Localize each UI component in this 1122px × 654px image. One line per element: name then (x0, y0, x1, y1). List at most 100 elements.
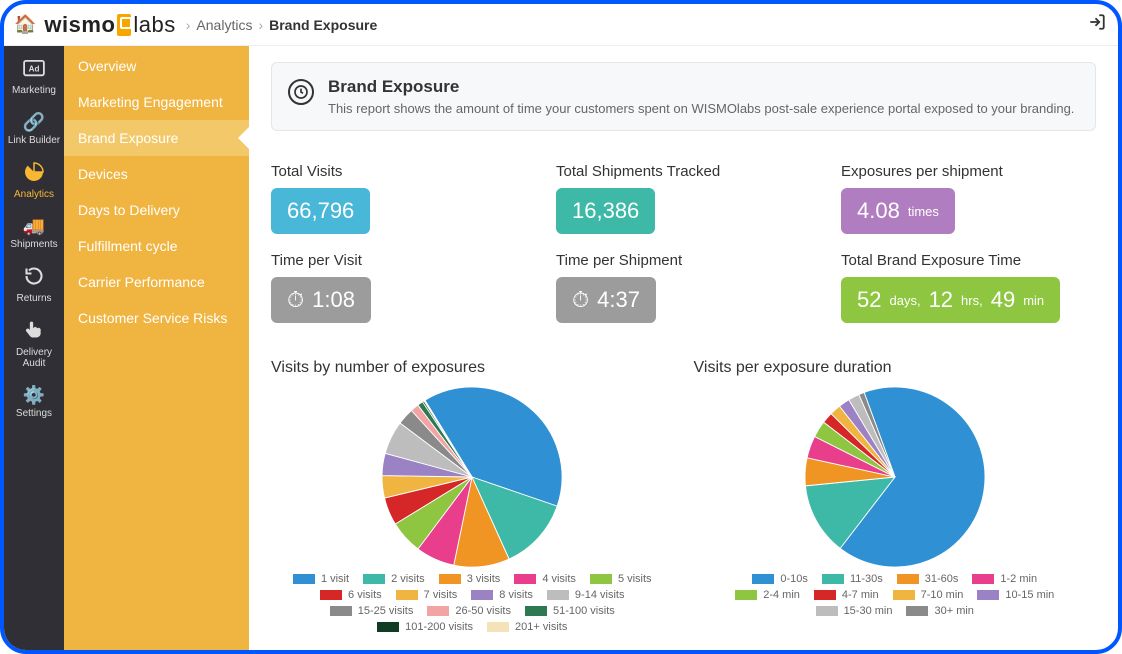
metric-value: 4.08 times (841, 188, 955, 234)
stopwatch-icon: ⏱ (287, 287, 304, 313)
subnav-item-customer-service-risks[interactable]: Customer Service Risks (64, 300, 249, 336)
subnav-item-devices[interactable]: Devices (64, 156, 249, 192)
legend-entry: 10-15 min (977, 589, 1054, 601)
hand-pointer-icon (4, 320, 64, 345)
subnav-item-carrier-performance[interactable]: Carrier Performance (64, 264, 249, 300)
rail-item-returns[interactable]: Returns (4, 258, 64, 312)
legend-entry: 2 visits (363, 573, 425, 585)
legend-entry: 101-200 visits (377, 621, 473, 633)
legend-label: 201+ visits (515, 621, 567, 633)
subnav-item-marketing-engagement[interactable]: Marketing Engagement (64, 84, 249, 120)
legend-label: 15-30 min (844, 605, 893, 617)
breadcrumb-page: Brand Exposure (269, 17, 377, 33)
legend-swatch (471, 590, 493, 600)
legend-entry: 31-60s (897, 573, 959, 585)
legend-entry: 6 visits (320, 589, 382, 601)
page-banner: Brand Exposure This report shows the amo… (271, 62, 1096, 131)
legend-label: 7 visits (424, 589, 458, 601)
legend-entry: 3 visits (439, 573, 501, 585)
legend-label: 2-4 min (763, 589, 800, 601)
rail-item-shipments[interactable]: 🚚 Shipments (4, 208, 64, 258)
legend-entry: 201+ visits (487, 621, 567, 633)
chart-visits-by-exposures: Visits by number of exposures 1 visit 2 v… (271, 359, 674, 633)
legend-label: 1-2 min (1000, 573, 1037, 585)
legend-entry: 51-100 visits (525, 605, 615, 617)
legend-swatch (893, 590, 915, 600)
legend-label: 31-60s (925, 573, 959, 585)
flask-icon (117, 14, 131, 36)
legend-entry: 1 visit (293, 573, 349, 585)
chart-title: Visits by number of exposures (271, 359, 674, 377)
rail-item-delivery-audit[interactable]: Delivery Audit (4, 312, 64, 377)
legend-swatch (752, 574, 774, 584)
legend-swatch (320, 590, 342, 600)
legend-entry: 15-30 min (816, 605, 893, 617)
app-shell: 🏠 wismolabs › Analytics › Brand Exposure… (0, 0, 1122, 654)
legend-label: 10-15 min (1005, 589, 1054, 601)
legend-swatch (487, 622, 509, 632)
banner-title: Brand Exposure (328, 77, 1074, 97)
sub-nav: OverviewMarketing EngagementBrand Exposu… (64, 46, 249, 650)
subnav-item-fulfillment-cycle[interactable]: Fulfillment cycle (64, 228, 249, 264)
legend-swatch (514, 574, 536, 584)
metric-time-per-shipment: Time per Shipment ⏱4:37 (556, 252, 811, 323)
legend-entry: 11-30s (822, 573, 883, 585)
charts-row: Visits by number of exposures 1 visit 2 v… (271, 359, 1096, 633)
legend-label: 5 visits (618, 573, 652, 585)
subnav-item-days-to-delivery[interactable]: Days to Delivery (64, 192, 249, 228)
pie-chart (382, 387, 562, 567)
metric-value: ⏱1:08 (271, 277, 371, 323)
legend-swatch (897, 574, 919, 584)
legend-entry: 15-25 visits (330, 605, 414, 617)
legend-label: 4-7 min (842, 589, 879, 601)
subnav-item-overview[interactable]: Overview (64, 48, 249, 84)
metric-total-visits: Total Visits 66,796 (271, 163, 526, 234)
legend-entry: 26-50 visits (427, 605, 511, 617)
legend-entry: 7 visits (396, 589, 458, 601)
legend-label: 1 visit (321, 573, 349, 585)
legend-swatch (735, 590, 757, 600)
rail-item-settings[interactable]: ⚙️ Settings (4, 377, 64, 427)
legend-entry: 8 visits (471, 589, 533, 601)
chevron-right-icon: › (186, 17, 191, 33)
metric-value: 16,386 (556, 188, 655, 234)
legend-swatch (330, 606, 352, 616)
metric-value: ⏱4:37 (556, 277, 656, 323)
home-icon[interactable]: 🏠 (14, 14, 36, 35)
legend-entry: 7-10 min (893, 589, 964, 601)
legend-swatch (525, 606, 547, 616)
stopwatch-icon: ⏱ (572, 287, 589, 313)
legend-label: 4 visits (542, 573, 576, 585)
chart-title: Visits per exposure duration (694, 359, 1097, 377)
metric-total-exposure-time: Total Brand Exposure Time 52days, 12hrs,… (841, 252, 1096, 323)
link-icon: 🔗 (4, 112, 64, 133)
breadcrumb: › Analytics › Brand Exposure (186, 17, 378, 33)
subnav-item-brand-exposure[interactable]: Brand Exposure (64, 120, 249, 156)
legend-entry: 2-4 min (735, 589, 800, 601)
gears-icon: ⚙️ (4, 385, 64, 406)
main-content: Brand Exposure This report shows the amo… (249, 46, 1118, 650)
sign-out-icon[interactable] (1088, 13, 1106, 36)
rail-item-marketing[interactable]: Ad Marketing (4, 52, 64, 104)
legend-entry: 0-10s (752, 573, 808, 585)
banner-desc: This report shows the amount of time you… (328, 101, 1074, 116)
legend-label: 11-30s (850, 573, 883, 585)
legend-swatch (972, 574, 994, 584)
metric-exposures-per-shipment: Exposures per shipment 4.08 times (841, 163, 1096, 234)
legend-entry: 5 visits (590, 573, 652, 585)
breadcrumb-area[interactable]: Analytics (196, 17, 252, 33)
pie-chart (805, 387, 985, 567)
legend-swatch (439, 574, 461, 584)
legend-label: 101-200 visits (405, 621, 473, 633)
brand-logo[interactable]: wismolabs (44, 12, 175, 38)
rail-item-analytics[interactable]: Analytics (4, 154, 64, 208)
legend-swatch (363, 574, 385, 584)
metric-value: 66,796 (271, 188, 370, 234)
metric-total-shipments: Total Shipments Tracked 16,386 (556, 163, 811, 234)
legend-label: 0-10s (780, 573, 808, 585)
legend-swatch (822, 574, 844, 584)
legend-label: 6 visits (348, 589, 382, 601)
svg-text:Ad: Ad (29, 65, 40, 74)
rail-item-link-builder[interactable]: 🔗 Link Builder (4, 104, 64, 154)
legend-label: 9-14 visits (575, 589, 625, 601)
